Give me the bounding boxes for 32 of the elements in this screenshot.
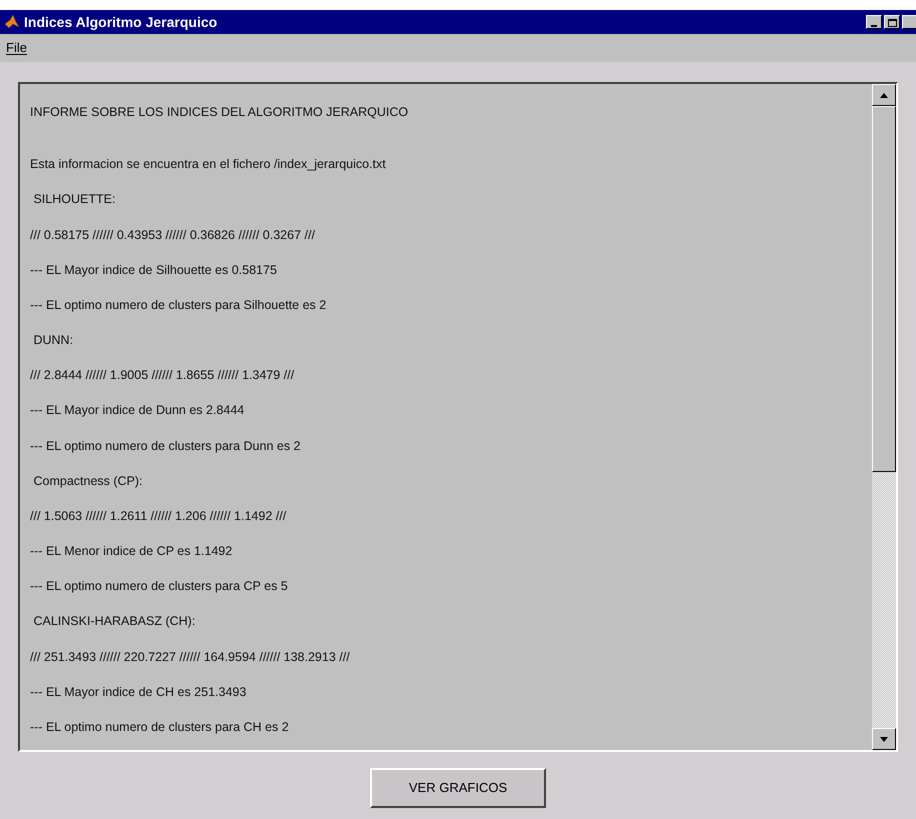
report-line: --- EL Mayor indice de Silhouette es 0.58175	[30, 262, 278, 279]
scrollbar[interactable]	[872, 84, 896, 750]
report-line: SILHOUETTE:	[32, 191, 116, 208]
logo-icon	[4, 14, 20, 30]
scroll-down-button[interactable]	[872, 728, 896, 750]
report-line: --- EL Menor indice de CP es 1.1492	[30, 543, 234, 560]
menu-item[interactable]: File	[4, 38, 29, 58]
report-line: /// 1.5063 ////// 1.2611 ////// 1.206 ////// 1.1492 ///	[30, 508, 288, 525]
report-line: /// 2.8444 ////// 1.9005 ////// 1.8655 ////// 1.3479 ///	[30, 367, 296, 384]
report-line: Compactness (CP):	[32, 472, 144, 490]
report-line: --- EL optimo numero de clusters para Dunn es 2	[30, 438, 302, 455]
report-line: CALINSKI-HARABASZ (CH):	[32, 613, 196, 630]
report-line: --- EL Mayor indice de Dunn es 2.8444	[30, 402, 246, 420]
down-arrow-icon	[880, 736, 888, 742]
report-line: --- EL optimo numero de clusters para CP es 5	[30, 578, 289, 596]
report-line: Esta informacion se encuentra en el fichero /index_jerarquico.txt	[30, 156, 387, 174]
report-line: DUNN:	[32, 332, 74, 350]
report-listbox[interactable]	[18, 82, 898, 752]
report-line: --- EL optimo numero de clusters para CH es 2	[30, 718, 290, 736]
report-line: INFORME SOBRE LOS INDICES DEL ALGORITMO JERARQUICO	[30, 104, 410, 121]
window-title: Indices Algoritmo Jerarquico	[24, 12, 218, 32]
scroll-thumb[interactable]	[872, 106, 896, 472]
report-line: /// 251.3493 ////// 220.7227 ////// 164.9594 ////// 138.2913 ///	[30, 648, 351, 666]
report-line: --- EL optimo numero de clusters para Silhouette es 2	[30, 296, 328, 314]
close-button[interactable]	[902, 15, 916, 29]
report-line: /// 0.58175 ////// 0.43953 ////// 0.36826 ////// 0.3267 ///	[30, 226, 316, 244]
maximize-button[interactable]	[884, 15, 900, 29]
up-arrow-icon	[880, 92, 888, 98]
ver-graficos-button[interactable]: VER GRAFICOS	[370, 768, 546, 808]
scroll-up-button[interactable]	[872, 84, 896, 106]
minimize-button[interactable]	[866, 15, 882, 29]
report-line: --- EL Mayor indice de CH es 251.3493	[30, 684, 248, 701]
